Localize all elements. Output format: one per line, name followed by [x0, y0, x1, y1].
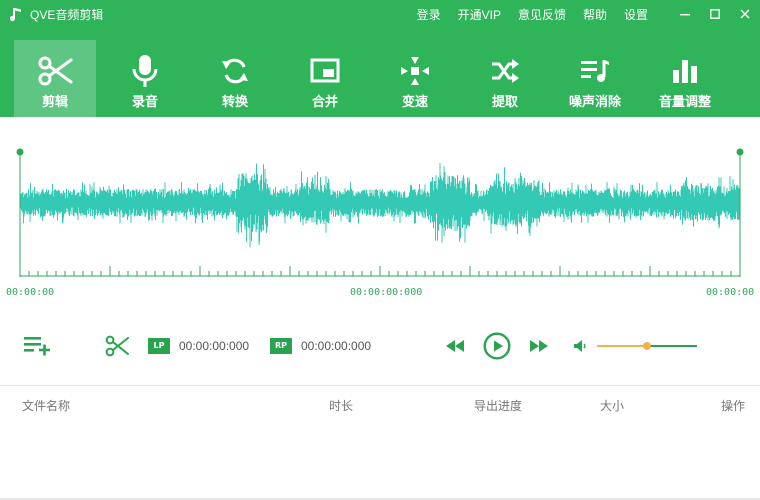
tool-merge[interactable]: 合并 — [284, 40, 366, 117]
tool-cut-label: 剪辑 — [41, 94, 68, 109]
rp-badge[interactable]: RP — [270, 338, 292, 354]
tool-volume-adjust-label: 音量调整 — [658, 94, 711, 109]
speaker-icon — [574, 340, 586, 352]
waveform-canvas[interactable] — [0, 117, 760, 287]
volume-adjust-icon — [667, 53, 703, 89]
extract-icon — [487, 53, 523, 89]
tool-cut[interactable]: 剪辑 — [14, 40, 96, 117]
header-bar: QVE音频剪辑 登录 开通VIP 意见反馈 帮助 设置 剪辑 录音 转换 合并 … — [0, 0, 760, 117]
tool-noise-removal[interactable]: 噪声消除 — [554, 40, 636, 117]
window-controls — [670, 0, 760, 28]
end-time-label: 00:00:00 — [706, 287, 755, 298]
login-link[interactable]: 登录 — [417, 7, 441, 23]
tool-extract[interactable]: 提取 — [464, 40, 546, 117]
speed-icon — [397, 53, 433, 89]
column-export-progress: 导出进度 — [474, 399, 523, 413]
app-title: QVE音频剪辑 — [30, 8, 104, 22]
start-time-label: 00:00:00 — [6, 287, 55, 298]
column-duration: 时长 — [329, 399, 354, 413]
rewind-button[interactable] — [444, 336, 466, 356]
function-toolbar: 剪辑 录音 转换 合并 变速 提取 噪声消除 音量调整 — [14, 40, 734, 117]
noise-removal-icon — [577, 53, 613, 89]
maximize-icon — [710, 9, 720, 19]
column-file-name: 文件名称 — [22, 399, 71, 413]
tool-record[interactable]: 录音 — [104, 40, 186, 117]
lp-time: 00:00:00:000 — [179, 339, 250, 353]
fast-forward-icon — [530, 340, 548, 352]
volume-button[interactable] — [572, 337, 588, 355]
tool-volume-adjust[interactable]: 音量调整 — [644, 40, 726, 117]
rewind-icon — [446, 340, 464, 352]
tool-record-label: 录音 — [131, 94, 158, 109]
add-list-icon — [24, 337, 50, 356]
tool-speed-label: 变速 — [401, 94, 428, 109]
scissors-icon — [105, 335, 129, 357]
settings-link[interactable]: 设置 — [624, 7, 648, 23]
minimize-button[interactable] — [670, 0, 700, 28]
tool-convert-label: 转换 — [221, 94, 248, 109]
timeline-ticks — [19, 266, 741, 276]
play-icon — [483, 332, 511, 360]
minimize-icon — [680, 14, 690, 16]
tool-extract-label: 提取 — [491, 94, 518, 109]
rp-time: 00:00:00:000 — [301, 339, 372, 353]
tool-convert[interactable]: 转换 — [194, 40, 276, 117]
convert-icon — [217, 53, 253, 89]
tool-noise-removal-label: 噪声消除 — [568, 94, 621, 109]
close-icon — [740, 9, 750, 19]
play-button[interactable] — [482, 331, 512, 361]
fast-forward-button[interactable] — [528, 336, 550, 356]
feedback-link[interactable]: 意见反馈 — [518, 7, 566, 23]
scissors-icon — [37, 53, 73, 89]
add-file-button[interactable] — [22, 334, 52, 358]
waveform-editor[interactable]: 00:00:00 00:00:00:000 00:00:00 — [0, 117, 760, 307]
tool-merge-label: 合并 — [311, 94, 338, 109]
left-selection-handle[interactable] — [16, 148, 24, 156]
close-button[interactable] — [730, 0, 760, 28]
volume-slider-fill — [597, 345, 647, 347]
maximize-button[interactable] — [700, 0, 730, 28]
microphone-icon — [127, 53, 163, 89]
title-bar: QVE音频剪辑 登录 开通VIP 意见反馈 帮助 设置 — [0, 0, 760, 30]
top-links: 登录 开通VIP 意见反馈 帮助 设置 — [417, 7, 648, 23]
table-divider — [0, 385, 760, 386]
audio-waveform — [20, 163, 740, 248]
tool-speed[interactable]: 变速 — [374, 40, 456, 117]
merge-icon — [307, 53, 343, 89]
music-note-icon — [10, 8, 21, 22]
volume-slider[interactable] — [597, 340, 697, 352]
lp-badge[interactable]: LP — [148, 338, 170, 354]
center-time-label: 00:00:00:000 — [350, 287, 423, 298]
vip-link[interactable]: 开通VIP — [458, 7, 501, 23]
column-actions: 操作 — [721, 399, 746, 413]
right-selection-handle[interactable] — [736, 148, 744, 156]
help-link[interactable]: 帮助 — [583, 7, 607, 23]
playback-controls: LP 00:00:00:000 RP 00:00:00:000 — [0, 326, 760, 366]
cut-button[interactable] — [104, 334, 130, 358]
column-size: 大小 — [600, 399, 625, 413]
volume-slider-knob[interactable] — [643, 342, 651, 350]
